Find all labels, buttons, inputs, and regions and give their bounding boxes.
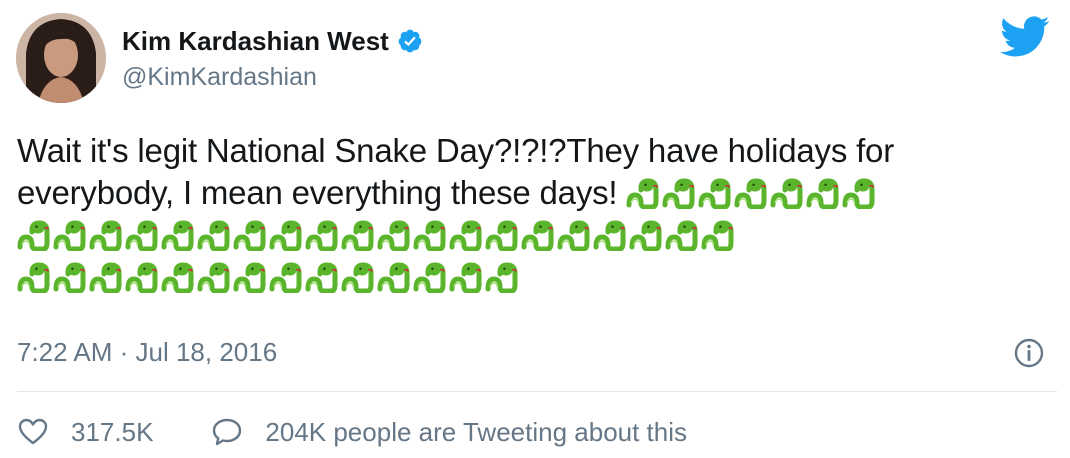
snake-emoji (485, 219, 518, 251)
snake-emoji (629, 219, 662, 251)
snake-emoji (341, 219, 374, 251)
snake-emoji-group (17, 258, 521, 295)
snake-emoji (233, 219, 266, 251)
conversation-text: 204K people are Tweeting about this (265, 417, 688, 447)
author-handle[interactable]: @KimKardashian (122, 62, 317, 92)
snake-emoji (698, 177, 731, 209)
snake-emoji (53, 261, 86, 293)
twitter-bird-icon[interactable] (1000, 16, 1050, 58)
snake-emoji (521, 219, 554, 251)
snake-emoji (197, 261, 230, 293)
snake-emoji (161, 261, 194, 293)
tweet-text: Wait it's legit National Snake Day?!?!?T… (17, 130, 1057, 298)
snake-emoji (413, 261, 446, 293)
snake-emoji (665, 219, 698, 251)
snake-emoji (89, 219, 122, 251)
snake-emoji-group (626, 174, 878, 211)
snake-emoji (413, 219, 446, 251)
snake-emoji (197, 219, 230, 251)
snake-emoji (593, 219, 626, 251)
verified-badge-icon (397, 28, 423, 54)
snake-emoji (377, 261, 410, 293)
snake-emoji (17, 219, 50, 251)
snake-emoji (17, 261, 50, 293)
snake-emoji (485, 261, 518, 293)
snake-emoji (305, 219, 338, 251)
likes-count: 317.5K (71, 417, 154, 447)
snake-emoji (305, 261, 338, 293)
tweet-stats: 317.5K 204K people are Tweeting about th… (17, 416, 687, 448)
snake-emoji (770, 177, 803, 209)
snake-emoji (806, 177, 839, 209)
snake-emoji (842, 177, 875, 209)
snake-emoji (701, 219, 734, 251)
snake-emoji (557, 219, 590, 251)
snake-emoji (734, 177, 767, 209)
conversation-stat[interactable]: 204K people are Tweeting about this (211, 416, 687, 448)
avatar[interactable] (16, 13, 106, 103)
snake-emoji (269, 219, 302, 251)
snake-emoji (626, 177, 659, 209)
snake-emoji (269, 261, 302, 293)
divider (17, 391, 1057, 392)
snake-emoji-group (17, 216, 737, 253)
snake-emoji (233, 261, 266, 293)
tweet-timestamp[interactable]: 7:22 AM · Jul 18, 2016 (17, 336, 277, 368)
snake-emoji (662, 177, 695, 209)
snake-emoji (341, 261, 374, 293)
snake-emoji (89, 261, 122, 293)
author-name[interactable]: Kim Kardashian West (122, 26, 389, 56)
tweet-text-line1: Wait it's legit National Snake Day?!?!?T… (17, 132, 894, 169)
tweet-text-line2: everybody, I mean everything these days! (17, 174, 618, 211)
snake-emoji (53, 219, 86, 251)
info-icon[interactable] (1013, 337, 1045, 369)
snake-emoji (377, 219, 410, 251)
heart-icon[interactable] (17, 416, 49, 448)
like-stat[interactable]: 317.5K (17, 416, 153, 448)
author-name-row: Kim Kardashian West (122, 26, 423, 56)
snake-emoji (125, 261, 158, 293)
speech-bubble-icon[interactable] (211, 416, 243, 448)
snake-emoji (161, 219, 194, 251)
snake-emoji (449, 219, 482, 251)
snake-emoji (125, 219, 158, 251)
snake-emoji (449, 261, 482, 293)
